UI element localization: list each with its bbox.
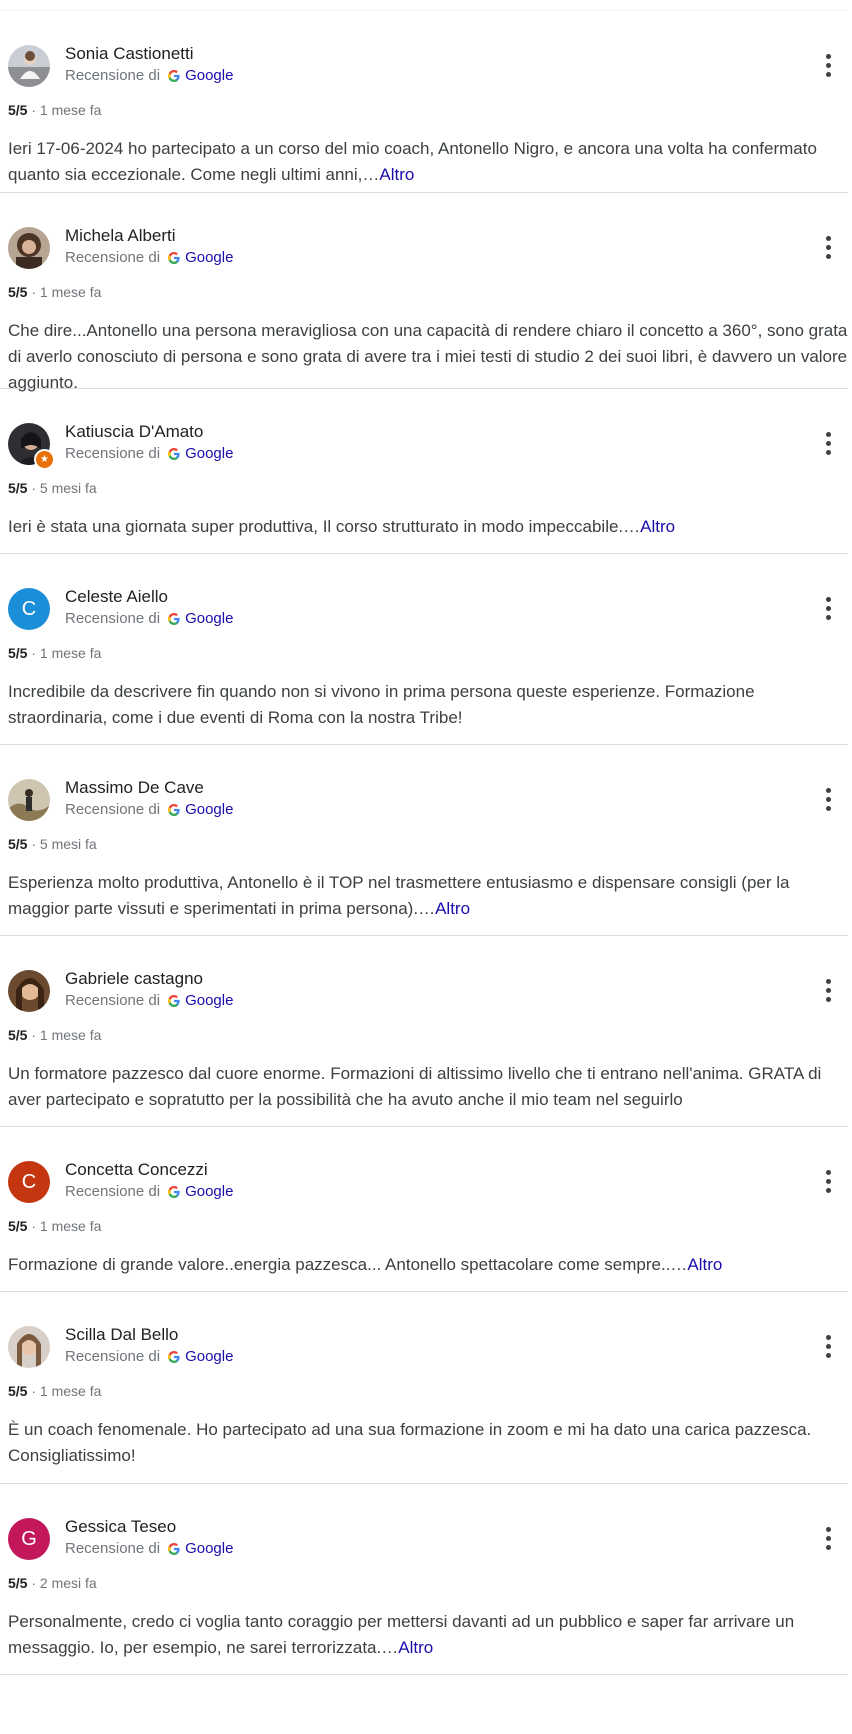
top-divider — [0, 0, 848, 11]
review-item: C Celeste Aiello Recensione di Google 5/… — [0, 554, 848, 745]
review-item: G Gessica Teseo Recensione di Google 5/5… — [0, 1484, 848, 1675]
review-meta: 5/5 · 1 mese fa — [8, 645, 102, 661]
review-item: Sonia Castionetti Recensione di Google 5… — [0, 11, 848, 193]
review-body: È un coach fenomenale. Ho partecipato ad… — [8, 1420, 812, 1465]
review-body: Esperienza molto produttiva, Antonello è… — [8, 873, 790, 918]
review-time: 1 mese fa — [39, 1027, 102, 1043]
review-body: Ieri è stata una giornata super produtti… — [8, 517, 641, 536]
review-time: 2 mesi fa — [39, 1575, 97, 1591]
review-time: 5 mesi fa — [39, 480, 97, 496]
review-body: Formazione di grande valore..energia paz… — [8, 1255, 688, 1274]
review-item: Michela Alberti Recensione di Google 5/5… — [0, 193, 848, 392]
review-item: Massimo De Cave Recensione di Google 5/5… — [0, 745, 848, 936]
rating: 5/5 — [8, 284, 28, 300]
review-time: 5 mesi fa — [39, 836, 97, 852]
rating: 5/5 — [8, 1575, 28, 1591]
review-time: 1 mese fa — [39, 102, 102, 118]
review-text: Incredibile da descrivere fin quando non… — [0, 679, 848, 745]
review-meta: 5/5 · 2 mesi fa — [8, 1575, 97, 1591]
review-body: Incredibile da descrivere fin quando non… — [8, 682, 755, 727]
review-meta: 5/5 · 1 mese fa — [8, 284, 102, 300]
review-time: 1 mese fa — [39, 284, 102, 300]
review-text: Formazione di grande valore..energia paz… — [0, 1252, 848, 1292]
rating: 5/5 — [8, 1027, 28, 1043]
review-meta: 5/5 · 5 mesi fa — [8, 836, 97, 852]
rating: 5/5 — [8, 645, 28, 661]
review-text: Ieri è stata una giornata super produtti… — [0, 514, 848, 554]
more-link[interactable]: Altro — [398, 1638, 433, 1657]
review-meta: 5/5 · 1 mese fa — [8, 1218, 102, 1234]
rating: 5/5 — [8, 836, 28, 852]
review-text: È un coach fenomenale. Ho partecipato ad… — [0, 1417, 848, 1483]
review-body: Un formatore pazzesco dal cuore enorme. … — [8, 1064, 822, 1109]
review-text: Personalmente, credo ci voglia tanto cor… — [0, 1609, 848, 1675]
more-link[interactable]: Altro — [640, 517, 675, 536]
more-link[interactable]: Altro — [435, 899, 470, 918]
more-link[interactable]: Altro — [379, 165, 414, 184]
review-text: Un formatore pazzesco dal cuore enorme. … — [0, 1061, 848, 1127]
rating: 5/5 — [8, 102, 28, 118]
review-body: Che dire...Antonello una persona meravig… — [8, 321, 848, 392]
review-item: Scilla Dal Bello Recensione di Google 5/… — [0, 1292, 848, 1484]
review-time: 1 mese fa — [39, 1383, 102, 1399]
rating: 5/5 — [8, 1383, 28, 1399]
rating: 5/5 — [8, 1218, 28, 1234]
review-meta: 5/5 · 1 mese fa — [8, 1027, 102, 1043]
review-time: 1 mese fa — [39, 1218, 102, 1234]
review-item: C Concetta Concezzi Recensione di Google… — [0, 1127, 848, 1292]
review-list: Sonia Castionetti Recensione di Google 5… — [0, 11, 848, 1675]
review-item: ★ Katiuscia D'Amato Recensione di Google… — [0, 389, 848, 554]
review-meta: 5/5 · 5 mesi fa — [8, 480, 97, 496]
review-item: Gabriele castagno Recensione di Google 5… — [0, 936, 848, 1127]
review-meta: 5/5 · 1 mese fa — [8, 1383, 102, 1399]
review-time: 1 mese fa — [39, 645, 102, 661]
more-link[interactable]: Altro — [687, 1255, 722, 1274]
rating: 5/5 — [8, 480, 28, 496]
review-meta: 5/5 · 1 mese fa — [8, 102, 102, 118]
review-text: Esperienza molto produttiva, Antonello è… — [0, 870, 848, 936]
